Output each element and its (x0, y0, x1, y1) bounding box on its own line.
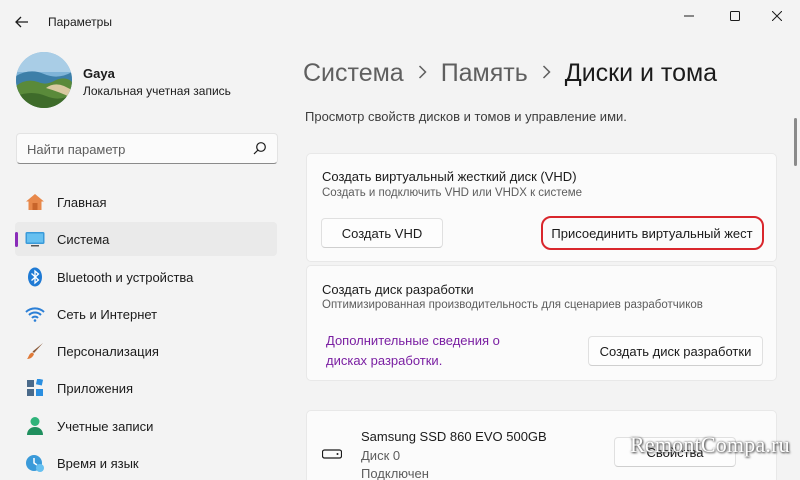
nav-item-network[interactable]: Сеть и Интернет (15, 297, 277, 331)
minimize-button[interactable] (666, 0, 712, 32)
wifi-icon (25, 305, 45, 323)
nav-label: Приложения (57, 381, 134, 396)
chevron-right-icon (418, 63, 427, 84)
vhd-card: Создать виртуальный жесткий диск (VHD) С… (306, 153, 777, 262)
nav-item-apps[interactable]: Приложения (15, 371, 277, 405)
create-dev-drive-button[interactable]: Создать диск разработки (588, 336, 763, 366)
nav-label: Bluetooth и устройства (57, 270, 194, 285)
nav-label: Учетные записи (57, 419, 154, 434)
page-description: Просмотр свойств дисков и томов и управл… (305, 109, 627, 124)
search-icon[interactable] (253, 141, 267, 155)
scrollbar-thumb[interactable] (794, 118, 797, 166)
page-title: Диски и тома (564, 58, 718, 87)
nav-item-bluetooth[interactable]: Bluetooth и устройства (15, 260, 277, 294)
nav-label: Время и язык (57, 456, 139, 471)
nav-label: Персонализация (57, 344, 159, 359)
nav-label: Система (57, 232, 110, 247)
close-icon (772, 11, 782, 21)
nav-label: Сеть и Интернет (57, 307, 158, 322)
nav-item-home[interactable]: Главная (15, 185, 277, 219)
brush-icon (25, 342, 45, 360)
create-vhd-button[interactable]: Создать VHD (321, 218, 443, 248)
app-title: Параметры (48, 15, 112, 29)
nav-item-time-language[interactable]: Время и язык (15, 446, 277, 480)
link-line-1: Дополнительные сведения о (326, 333, 500, 348)
home-icon (25, 193, 45, 211)
account-type: Локальная учетная запись (83, 84, 231, 98)
person-icon (25, 417, 45, 435)
user-name: Gaya (83, 66, 115, 81)
apps-icon (25, 379, 45, 397)
dev-drive-learn-more-link[interactable]: Дополнительные сведения о дисках разрабо… (326, 331, 500, 371)
vhd-card-title: Создать виртуальный жесткий диск (VHD) (322, 169, 577, 184)
nav-label: Главная (57, 195, 107, 210)
dev-card-title: Создать диск разработки (322, 282, 474, 297)
arrow-left-icon (15, 16, 28, 28)
search-input[interactable]: Найти параметр (16, 133, 278, 164)
selection-indicator (15, 232, 18, 247)
nav-item-system[interactable]: Система (15, 222, 277, 256)
settings-window: Параметры Gaya Локальная учетная запись (0, 0, 800, 480)
drive-status: Подключен (361, 466, 429, 480)
clock-globe-icon (25, 454, 45, 472)
nav-item-accounts[interactable]: Учетные записи (15, 409, 277, 443)
attach-vhd-button[interactable]: Присоединить виртуальный жест (547, 220, 757, 247)
bluetooth-icon (25, 267, 45, 287)
chevron-right-icon (542, 63, 551, 84)
close-button[interactable] (754, 0, 800, 32)
avatar[interactable] (16, 52, 72, 108)
monitor-icon (25, 230, 45, 248)
maximize-icon (730, 11, 740, 21)
dev-drive-card: Создать диск разработки Оптимизированная… (306, 265, 777, 381)
breadcrumb-storage[interactable]: Память (441, 59, 528, 88)
nav-item-personalization[interactable]: Персонализация (15, 334, 277, 368)
breadcrumb-system[interactable]: Система (303, 59, 404, 88)
watermark: RemontCompa.ru (630, 432, 790, 457)
drive-disk-number: Диск 0 (361, 448, 401, 463)
drive-icon (322, 449, 342, 459)
minimize-icon (684, 15, 694, 17)
drive-name: Samsung SSD 860 EVO 500GB (361, 429, 547, 444)
breadcrumb: Система Память Диски и тома (303, 57, 717, 89)
maximize-button[interactable] (712, 0, 758, 32)
dev-card-subtitle: Оптимизированная производительность для … (322, 299, 703, 311)
vhd-card-subtitle: Создать и подключить VHD или VHDX к сист… (322, 187, 583, 199)
user-profile: Gaya Локальная учетная запись (16, 52, 286, 112)
search-placeholder: Найти параметр (27, 142, 126, 157)
title-bar: Параметры (0, 0, 800, 44)
link-line-2: дисках разработки. (326, 353, 443, 368)
back-button[interactable] (8, 10, 36, 34)
